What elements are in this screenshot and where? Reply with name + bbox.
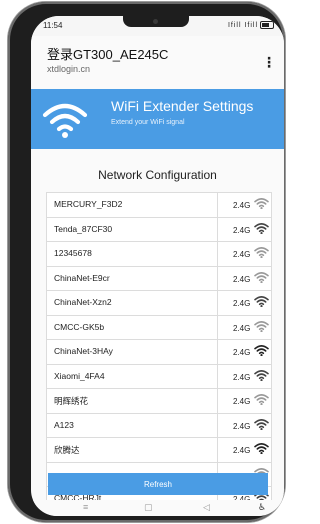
accessibility-icon[interactable]: ♿	[258, 502, 266, 513]
column-divider	[217, 364, 218, 388]
battery-icon	[260, 21, 274, 29]
phone-frame: 11:54 Ifill Ifill 登录GT300_AE245C xtdlogi…	[8, 2, 285, 522]
camera-icon	[153, 19, 158, 24]
home-icon[interactable]: ▢	[144, 502, 153, 513]
network-ssid: ChinaNet-E9cr	[54, 272, 110, 283]
wifi-icon	[42, 103, 88, 138]
column-divider	[217, 217, 218, 241]
section-title: Network Configuration	[98, 168, 217, 182]
network-row[interactable]: ChinaNet-E9cr 2.4G	[46, 266, 272, 291]
wifi-signal-icon	[254, 369, 269, 381]
column-divider	[217, 266, 218, 290]
network-ssid: CMCC-GK5b	[54, 321, 105, 332]
network-band: 2.4G	[233, 225, 251, 235]
refresh-button[interactable]: Refresh	[48, 473, 268, 495]
network-row[interactable]: Xiaomi_4FA4 2.4G	[46, 364, 272, 389]
network-band: 2.4G	[233, 348, 251, 357]
wifi-signal-icon	[254, 443, 269, 454]
network-ssid: MERCURY_F3D2	[54, 199, 123, 209]
column-divider	[217, 315, 218, 339]
wifi-signal-icon	[254, 320, 269, 332]
network-ssid: 欣腾达	[54, 445, 80, 455]
recent-apps-icon[interactable]: ≡	[83, 502, 88, 512]
status-signal: Ifill Ifill	[228, 21, 274, 29]
network-ssid: A123	[54, 419, 74, 430]
wifi-signal-icon	[254, 394, 269, 405]
network-ssid: ChinaNet-Xzn2	[54, 297, 112, 307]
network-band: 2.4G	[233, 421, 251, 431]
network-ssid: ChinaNet-3HAy	[54, 346, 113, 356]
wifi-signal-icon	[254, 222, 269, 234]
network-row[interactable]: 12345678 2.4G	[46, 242, 272, 267]
wifi-signal-icon	[254, 296, 269, 307]
more-vert-icon[interactable]: ⋮	[262, 52, 276, 72]
column-divider	[217, 242, 218, 266]
banner-title: WiFi Extender Settings	[111, 98, 254, 114]
page-url[interactable]: xtdlogin.cn	[47, 64, 90, 74]
network-ssid: Tenda_87CF30	[54, 223, 113, 234]
network-ssid: 12345678	[54, 248, 92, 258]
network-band: 2.4G	[233, 299, 251, 308]
network-band: 2.4G	[233, 201, 251, 210]
network-band: 2.4G	[233, 397, 251, 406]
network-ssid: Xiaomi_4FA4	[54, 370, 105, 381]
wifi-signal-icon	[254, 271, 269, 283]
column-divider	[217, 193, 218, 217]
wifi-signal-icon	[254, 198, 269, 209]
status-bar: 11:54 Ifill Ifill	[31, 16, 284, 36]
column-divider	[217, 438, 218, 462]
column-divider	[217, 291, 218, 315]
banner: WiFi Extender Settings Extend your WiFi …	[31, 89, 284, 149]
network-list: MERCURY_F3D2 2.4G Tenda_87CF30 2.4G 12345678…	[46, 192, 272, 512]
wifi-signal-icon	[254, 247, 269, 258]
network-row[interactable]: 明辉绣花 2.4G	[46, 389, 272, 414]
column-divider	[217, 389, 218, 413]
network-row[interactable]: MERCURY_F3D2 2.4G	[46, 193, 272, 218]
wifi-signal-icon	[254, 418, 269, 430]
android-nav-bar: ≡ ▢ ◁ ♿	[31, 500, 284, 516]
network-band: 2.4G	[233, 274, 251, 284]
network-band: 2.4G	[233, 250, 251, 259]
network-row[interactable]: ChinaNet-Xzn2 2.4G	[46, 291, 272, 316]
network-row[interactable]: Tenda_87CF30 2.4G	[46, 217, 272, 242]
wifi-signal-icon	[254, 345, 269, 356]
screen: 11:54 Ifill Ifill 登录GT300_AE245C xtdlogi…	[31, 16, 284, 516]
network-band: 2.4G	[233, 323, 251, 333]
network-row[interactable]: ChinaNet-3HAy 2.4G	[46, 340, 272, 365]
network-band: 2.4G	[233, 372, 251, 382]
network-row[interactable]: CMCC-GK5b 2.4G	[46, 315, 272, 340]
camera-notch	[123, 16, 189, 27]
banner-subtitle: Extend your WiFi signal	[111, 119, 185, 126]
network-row[interactable]: A123 2.4G	[46, 413, 272, 438]
signal-icon: Ifill Ifill	[227, 21, 258, 29]
status-time: 11:54	[43, 21, 63, 30]
network-band: 2.4G	[233, 446, 251, 455]
network-row[interactable]: 欣腾达 2.4G	[46, 438, 272, 463]
page-title: 登录GT300_AE245C	[47, 47, 169, 62]
network-ssid: 明辉绣花	[54, 396, 89, 406]
back-icon[interactable]: ◁	[203, 502, 210, 513]
column-divider	[217, 340, 218, 364]
column-divider	[217, 413, 218, 437]
